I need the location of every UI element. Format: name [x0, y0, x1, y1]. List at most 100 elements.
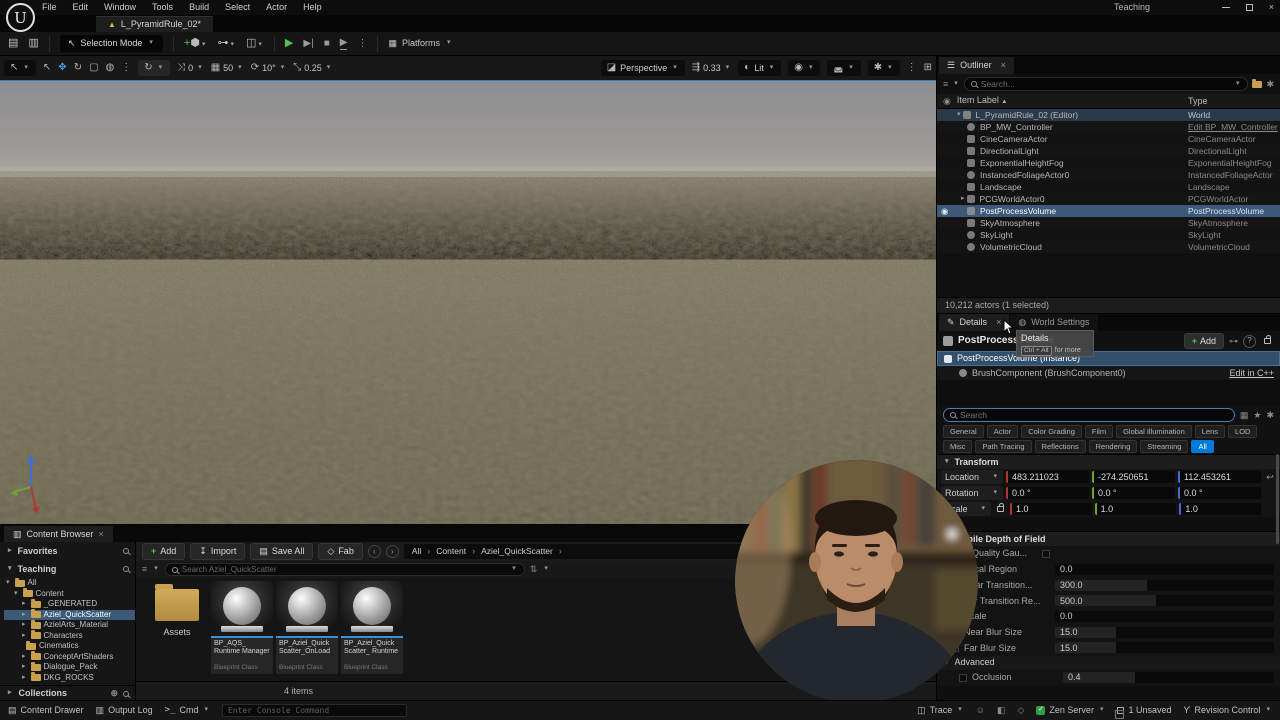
location-z-field[interactable]: 112.453261 [1178, 471, 1261, 483]
tree-item-aziel-quickscatter[interactable]: ▸ Aziel_QuickScatter [4, 609, 135, 620]
component-row-brush[interactable]: BrushComponent (BrushComponent0) Edit in… [937, 366, 1280, 380]
feedback-face-icon[interactable]: ☺ [976, 705, 985, 716]
far-blur-field[interactable]: 15.0 [1055, 642, 1274, 654]
asset-card[interactable]: BP_AQS_ Runtime Manager Blueprint Class [211, 581, 273, 674]
asset-folder-tile[interactable]: Assets [146, 581, 208, 681]
level-tab[interactable]: ▲ L_PyramidRule_02* [96, 16, 213, 32]
tree-item-generated[interactable]: ▸ _GENERATED [4, 598, 135, 610]
add-collection-icon[interactable]: ⊕ [110, 688, 118, 699]
filter-icon[interactable]: ≡ [943, 79, 948, 90]
chip-rendering[interactable]: Rendering [1088, 440, 1138, 453]
stop-button[interactable]: ■ [324, 38, 330, 50]
scale-y-field[interactable]: 1.0 [1094, 503, 1177, 515]
create-folder-icon[interactable] [1252, 78, 1263, 88]
screenshot-camera-icon[interactable]: ◧ [997, 705, 1006, 716]
outliner-search-field[interactable]: ▾ [963, 77, 1249, 91]
trace-dropdown[interactable]: ◫ Trace ▾ [917, 705, 964, 716]
move-tool-icon[interactable]: ✥ [58, 62, 66, 74]
transform-gizmo[interactable] [8, 451, 54, 517]
tab-details[interactable]: ✎ Details × [939, 314, 1010, 331]
asset-card[interactable]: BP_Aziel_Quick Scatter_ Runtime Blueprin… [341, 581, 403, 674]
chip-reflections[interactable]: Reflections [1034, 440, 1086, 453]
menu-tools[interactable]: Tools [152, 2, 173, 13]
close-icon[interactable]: × [996, 317, 1001, 328]
chip-color-grading[interactable]: Color Grading [1021, 425, 1082, 438]
tree-item-conceptartshaders[interactable]: ▸ ConceptArtShaders [4, 651, 135, 663]
camera-speed-dropdown[interactable]: ⇶ 0.33 ▾ [692, 62, 731, 74]
chip-lod[interactable]: LOD [1228, 425, 1258, 438]
selection-mode-dropdown[interactable]: ↖ Selection Mode ▾ [59, 35, 163, 52]
rotation-snap-dropdown[interactable]: ⟳ 10° ▾ [251, 62, 287, 74]
favorites-star-icon[interactable]: ★ [1253, 410, 1261, 421]
tree-item-azielarts-material[interactable]: ▸ AzielArts_Material [4, 619, 135, 631]
zen-server-dropdown[interactable]: ✓ Zen Server ▾ [1036, 705, 1105, 716]
optimization-dropdown[interactable]: ◛ ▾ [827, 60, 861, 76]
scale-tool-icon[interactable]: ▢ [89, 62, 98, 74]
lock-icon[interactable] [1264, 335, 1271, 344]
console-command-input[interactable] [227, 706, 401, 715]
chip-all[interactable]: All [1191, 440, 1214, 453]
dof-scale-field[interactable]: 0.0 [1055, 611, 1274, 623]
asset-search-field[interactable]: ▾ [164, 563, 525, 576]
viewport-kebab-icon[interactable]: ⋮ [907, 62, 917, 74]
edit-in-cpp-link[interactable]: Edit in C++ [1229, 368, 1274, 379]
location-dropdown[interactable]: Location ▾ [941, 469, 1003, 485]
close-icon[interactable]: × [1269, 2, 1274, 13]
breadcrumb-current[interactable]: Aziel_QuickScatter [481, 546, 553, 556]
outliner-row-height-fog[interactable]: ExponentialHeightFog ExponentialHeightFog [937, 157, 1280, 169]
viewport-mode-dropdown[interactable]: ↖ ▾ [4, 60, 36, 76]
play-options-kebab-icon[interactable]: ⋮ [357, 38, 367, 50]
component-row-instance[interactable]: PostProcessVolume (Instance) [937, 351, 1280, 366]
console-command-field[interactable] [221, 704, 407, 717]
menu-window[interactable]: Window [104, 2, 136, 13]
focal-region-field[interactable]: 0.0 [1055, 564, 1274, 576]
content-drawer-button[interactable]: ▤ Content Drawer [8, 705, 84, 716]
close-icon[interactable]: × [1001, 60, 1006, 71]
tree-item-content[interactable]: ▾ Content [4, 588, 135, 600]
back-icon[interactable]: ‹ [367, 545, 381, 558]
tree-item-dkg-rocks[interactable]: ▸ DKG_ROCKS [4, 672, 135, 684]
add-component-button[interactable]: + Add [1183, 332, 1224, 350]
skip-button[interactable]: ▶| [303, 38, 313, 50]
viewport-3d-view[interactable] [0, 80, 936, 524]
tree-item-dialogue-pack[interactable]: ▸ Dialogue_Pack [4, 661, 135, 673]
add-asset-button[interactable]: + Add [142, 543, 186, 560]
tab-world-settings[interactable]: ◍ World Settings [1010, 314, 1098, 331]
eye-icon[interactable]: ◉ [941, 206, 948, 216]
tab-content-browser[interactable]: ▥ Content Browser × [4, 526, 113, 542]
outliner-row-level[interactable]: ▾ L_PyramidRule_02 (Editor) World [937, 109, 1280, 121]
tab-outliner[interactable]: ☰ Outliner × [939, 57, 1014, 74]
menu-help[interactable]: Help [303, 2, 322, 13]
platforms-dropdown[interactable]: ▦ Platforms ▾ [388, 38, 452, 49]
advanced-section-header[interactable]: ▾Advanced [937, 655, 1280, 670]
forward-icon[interactable]: › [385, 545, 399, 558]
cinematics-icon[interactable]: ◫ ▾ [246, 37, 264, 50]
chip-path-tracing[interactable]: Path Tracing [975, 440, 1032, 453]
add-actor-icon[interactable]: +⬢ ▾ [184, 37, 208, 50]
favorites-section[interactable]: ▸ Favorites [0, 542, 135, 560]
rotation-y-field[interactable]: 0.0 ° [1092, 487, 1175, 499]
chip-streaming[interactable]: Streaming [1140, 440, 1189, 453]
unsaved-button[interactable]: 1 Unsaved [1115, 705, 1172, 719]
display-filter-icon[interactable]: ▦ [1240, 410, 1249, 421]
minimize-icon[interactable] [1221, 6, 1230, 8]
world-local-toggle-icon[interactable]: ◍ [106, 62, 115, 74]
search-icon[interactable] [123, 690, 129, 697]
tree-item-all[interactable]: ▾ All [4, 578, 135, 589]
reset-to-default-icon[interactable]: ↩ [1264, 472, 1276, 483]
rotation-dropdown[interactable]: Rotation ▾ [941, 485, 1003, 501]
outliner-row-skylight[interactable]: SkyLight SkyLight [937, 229, 1280, 241]
edit-blueprint-link[interactable]: Edit BP_MW_Controller [1188, 122, 1280, 132]
maximize-icon[interactable] [1245, 3, 1253, 11]
chip-film[interactable]: Film [1084, 425, 1114, 438]
outliner-row-volumetric-cloud[interactable]: VolumetricCloud VolumetricCloud [937, 241, 1280, 253]
fab-button[interactable]: ◇ Fab [318, 543, 363, 560]
chip-general[interactable]: General [943, 425, 984, 438]
hourglass-icon[interactable]: ◇ [1018, 705, 1025, 716]
details-search-input[interactable] [960, 410, 1228, 420]
maximize-viewport-icon[interactable]: ⊞ [924, 62, 932, 74]
surface-snap-dropdown[interactable]: ↻ ▾ [138, 60, 171, 76]
perspective-dropdown[interactable]: ◪ Perspective ▾ [600, 60, 685, 76]
launch-button[interactable]: ▶ [339, 37, 348, 50]
location-y-field[interactable]: -274.250651 [1092, 471, 1175, 483]
